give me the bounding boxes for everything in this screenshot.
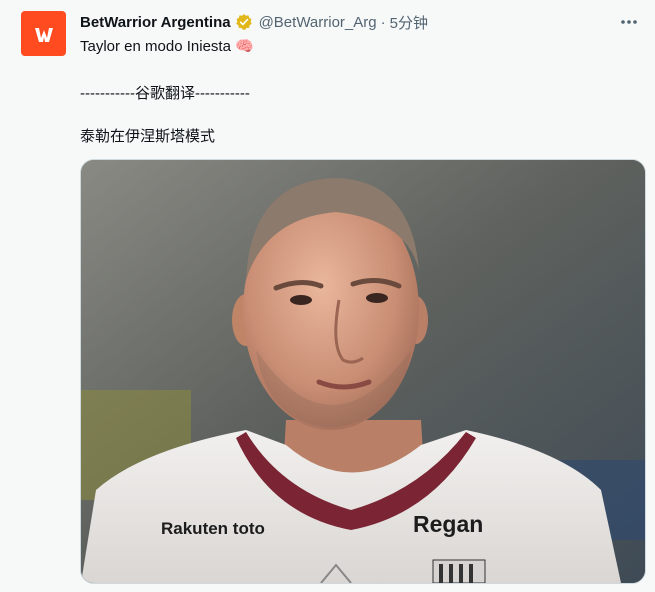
author-handle[interactable]: @BetWarrior_Arg (259, 14, 377, 31)
author-name[interactable]: BetWarrior Argentina (80, 14, 231, 31)
timestamp[interactable]: 5分钟 (390, 12, 428, 33)
tweet-photo[interactable]: Rakuten toto Regan (80, 159, 646, 584)
separator-dot: · (380, 13, 386, 31)
verified-badge-icon (235, 13, 253, 31)
betwarrior-logo-icon (34, 27, 53, 42)
more-icon[interactable] (619, 12, 639, 32)
translation-divider: -----------谷歌翻译----------- (80, 85, 250, 102)
jersey-text-rakuten: Rakuten toto (161, 519, 265, 538)
tweet: BetWarrior Argentina @BetWarrior_Arg · 5… (0, 0, 655, 592)
jersey-text-regan: Regan (413, 511, 483, 537)
tweet-header: BetWarrior Argentina @BetWarrior_Arg · 5… (80, 11, 615, 33)
avatar[interactable] (21, 11, 66, 56)
tweet-text: Taylor en modo Iniesta 🧠 (80, 38, 254, 55)
translated-text: 泰勒在伊涅斯塔模式 (80, 128, 216, 145)
